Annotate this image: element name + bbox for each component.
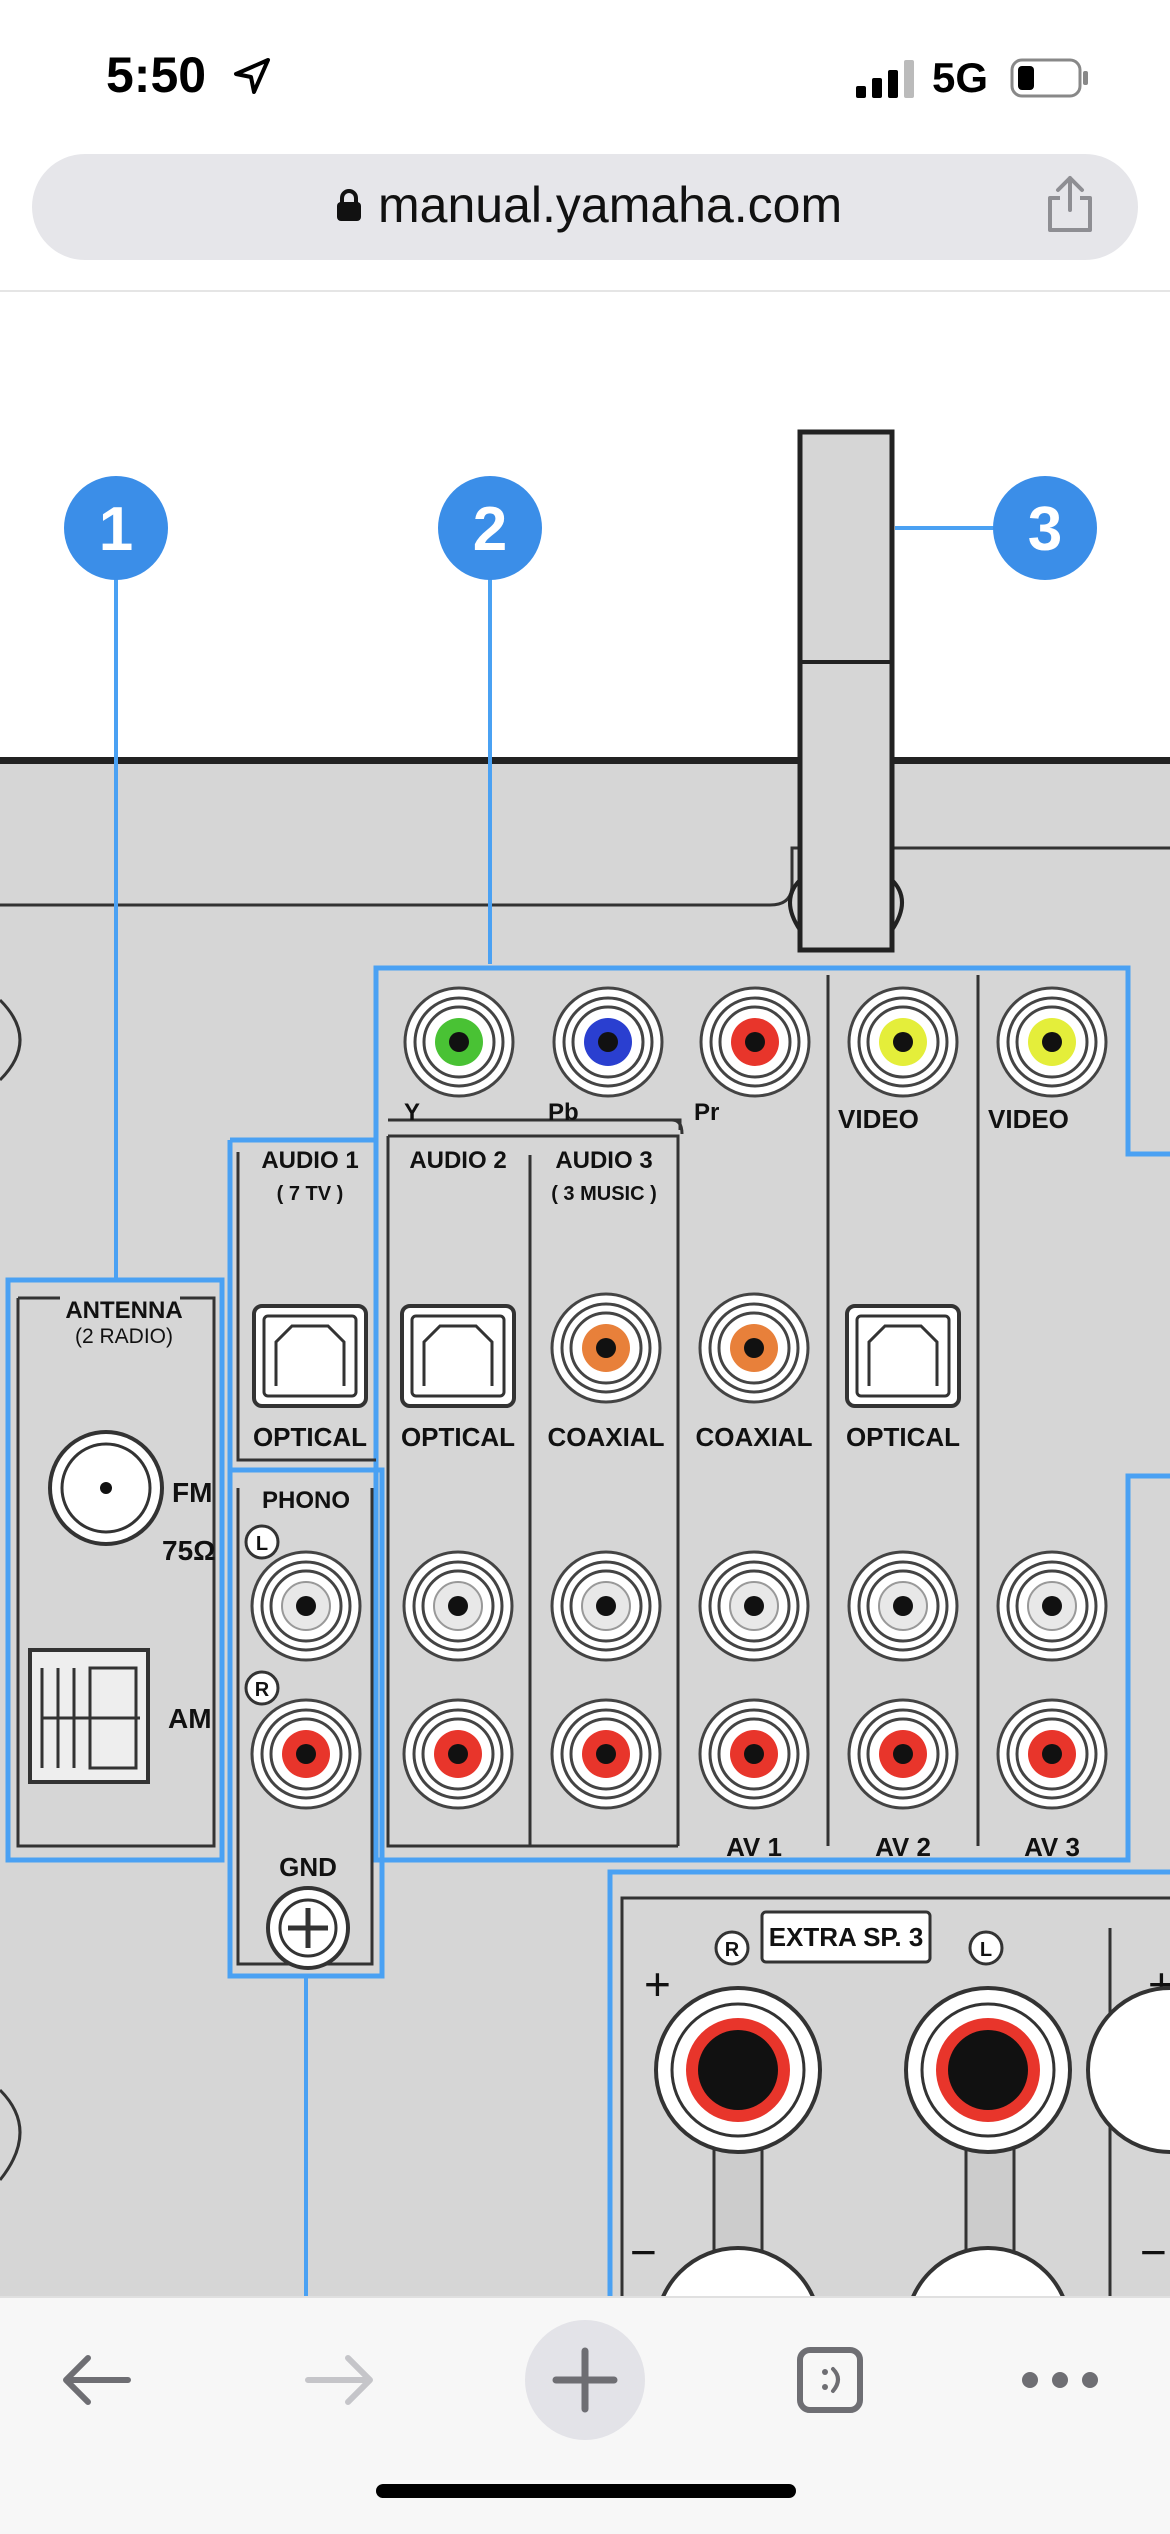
forward-icon <box>305 2355 373 2405</box>
svg-text:GND: GND <box>279 1852 337 1882</box>
svg-text:AV 1: AV 1 <box>726 1832 782 1862</box>
network-type: 5G <box>932 54 989 101</box>
battery-icon <box>1010 58 1088 98</box>
tabs-icon <box>797 2347 863 2413</box>
status-bar: 5:50 5G <box>0 0 1170 150</box>
svg-text:AUDIO 3: AUDIO 3 <box>555 1147 652 1174</box>
home-indicator[interactable] <box>376 2484 796 2498</box>
forward-button[interactable] <box>280 2320 400 2440</box>
back-icon <box>63 2355 131 2405</box>
plus-icon <box>552 2347 618 2413</box>
svg-text:OPTICAL: OPTICAL <box>846 1422 960 1452</box>
svg-text:L: L <box>256 1533 268 1555</box>
svg-text:3: 3 <box>1028 495 1062 564</box>
web-content[interactable]: 1 2 3 ANTENNA (2 RADIO) FM 75Ω AM Y Pb P… <box>0 292 1170 2296</box>
svg-text:( 7 TV ): ( 7 TV ) <box>277 1183 344 1205</box>
svg-text:+: + <box>644 1958 671 2010</box>
more-button[interactable] <box>1000 2320 1120 2440</box>
new-tab-button[interactable] <box>525 2320 645 2440</box>
svg-text:COAXIAL: COAXIAL <box>548 1422 665 1452</box>
browser-toolbar <box>0 2296 1170 2534</box>
svg-text:−: − <box>630 2226 657 2278</box>
url-text[interactable]: manual.yamaha.com <box>378 176 842 234</box>
share-icon[interactable] <box>1044 174 1096 234</box>
rear-panel-diagram: 1 2 3 ANTENNA (2 RADIO) FM 75Ω AM Y Pb P… <box>0 429 1170 2296</box>
svg-text:75Ω: 75Ω <box>162 1535 216 1566</box>
more-icon <box>1022 2372 1098 2388</box>
tabs-button[interactable] <box>770 2320 890 2440</box>
svg-text:COAXIAL: COAXIAL <box>696 1422 813 1452</box>
svg-text:AV 3: AV 3 <box>1024 1832 1080 1862</box>
svg-text:ANTENNA: ANTENNA <box>65 1297 182 1324</box>
status-time: 5:50 <box>106 47 207 103</box>
svg-text:VIDEO: VIDEO <box>838 1104 919 1134</box>
svg-text:AUDIO 1: AUDIO 1 <box>261 1147 358 1174</box>
svg-text:Pb: Pb <box>548 1099 579 1126</box>
svg-text:L: L <box>980 1939 992 1961</box>
svg-text:OPTICAL: OPTICAL <box>401 1422 515 1452</box>
svg-text:PHONO: PHONO <box>262 1487 350 1514</box>
back-button[interactable] <box>36 2320 156 2440</box>
svg-text:VIDEO: VIDEO <box>988 1104 1069 1134</box>
svg-text:AUDIO 2: AUDIO 2 <box>409 1147 506 1174</box>
svg-text:OPTICAL: OPTICAL <box>253 1422 367 1452</box>
svg-text:EXTRA SP. 3: EXTRA SP. 3 <box>769 1922 924 1952</box>
svg-text:( 3 MUSIC ): ( 3 MUSIC ) <box>551 1183 657 1205</box>
svg-text:Y: Y <box>404 1099 420 1126</box>
svg-text:AV 2: AV 2 <box>875 1832 931 1862</box>
svg-text:R: R <box>255 1679 270 1701</box>
svg-text:FM: FM <box>172 1477 212 1508</box>
location-arrow-icon <box>234 58 270 94</box>
svg-text:R: R <box>725 1939 740 1961</box>
callout-2: 2 <box>438 476 542 580</box>
callout-3: 3 <box>993 476 1097 580</box>
callout-1: 1 <box>64 476 168 580</box>
svg-text:2: 2 <box>473 495 507 564</box>
cellular-signal-icon <box>856 60 914 98</box>
svg-text:−: − <box>1140 2226 1167 2278</box>
svg-text:(2 RADIO): (2 RADIO) <box>75 1325 173 1348</box>
svg-text:AM: AM <box>168 1703 212 1734</box>
lock-icon <box>337 189 361 221</box>
svg-text:1: 1 <box>99 495 133 564</box>
svg-text:Pr: Pr <box>694 1099 719 1126</box>
